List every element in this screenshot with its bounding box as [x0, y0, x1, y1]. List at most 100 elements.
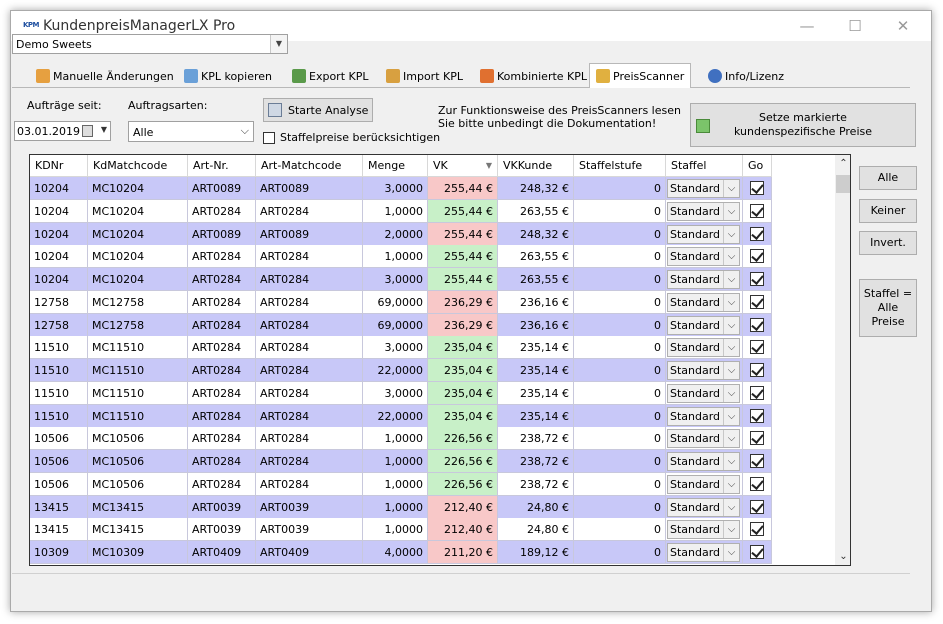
staffel-all-prices-button[interactable]: Staffel = Alle Preise	[859, 279, 917, 337]
column-header-kdnr[interactable]: KDNr	[30, 155, 88, 177]
chevron-down-icon[interactable]: ⌵	[723, 293, 739, 311]
cell-menge[interactable]: 22,0000	[363, 404, 428, 428]
go-checkbox[interactable]	[750, 181, 764, 195]
cell-kdnr[interactable]: 10309	[30, 541, 88, 564]
maximize-button[interactable]: ☐	[841, 15, 869, 37]
staffel-prices-checkbox-row[interactable]: Staffelpreise berücksichtigen	[263, 131, 440, 144]
cell-vk[interactable]: 235,04 €	[428, 359, 498, 382]
start-analysis-button[interactable]: Starte Analyse	[263, 98, 373, 122]
tab-manual-changes[interactable]: Manuelle Änderungen	[30, 65, 180, 87]
cell-artnr[interactable]: ART0284	[188, 336, 256, 360]
close-button[interactable]: ✕	[889, 15, 917, 37]
cell-menge[interactable]: 3,0000	[363, 336, 428, 360]
cell-artmatchcode[interactable]: ART0284	[256, 404, 363, 428]
cell-vk[interactable]: 212,40 €	[428, 495, 498, 519]
chevron-down-icon[interactable]: ⌵	[723, 475, 739, 493]
cell-artnr[interactable]: ART0284	[188, 472, 256, 496]
grid-scrollbar[interactable]: ⌃ ⌄	[835, 155, 850, 565]
cell-artmatchcode[interactable]: ART0284	[256, 268, 363, 291]
cell-artnr[interactable]: ART0284	[188, 381, 256, 405]
cell-staffelstufe[interactable]: 0	[574, 518, 666, 542]
minimize-button[interactable]: —	[793, 15, 821, 37]
invert-selection-button[interactable]: Invert.	[859, 231, 917, 255]
set-marked-prices-button[interactable]: Setze markierte kundenspezifische Preise	[690, 103, 916, 147]
cell-artnr[interactable]: ART0284	[188, 245, 256, 269]
cell-vk[interactable]: 255,44 €	[428, 177, 498, 200]
cell-kdmatchcode[interactable]: MC10506	[88, 472, 188, 496]
cell-menge[interactable]: 3,0000	[363, 177, 428, 200]
cell-artnr[interactable]: ART0284	[188, 450, 256, 473]
tab-preisscanner[interactable]: PreisScanner	[589, 63, 692, 88]
column-header-artnr[interactable]: Art-Nr.	[188, 155, 256, 177]
table-row[interactable]: 13415 MC13415 ART0039 ART0039 1,0000 212,40 €…	[30, 518, 772, 542]
cell-staffelstufe[interactable]: 0	[574, 495, 666, 519]
tab-kpl-copy[interactable]: KPL kopieren	[178, 65, 278, 87]
go-checkbox[interactable]	[750, 454, 764, 468]
cell-kdnr[interactable]: 13415	[30, 518, 88, 542]
cell-menge[interactable]: 69,0000	[363, 313, 428, 337]
cell-vkkunde[interactable]: 248,32 €	[498, 177, 574, 200]
staffel-select[interactable]: Standard ⌵	[667, 520, 740, 540]
cell-menge[interactable]: 1,0000	[363, 495, 428, 519]
go-checkbox[interactable]	[750, 203, 764, 218]
cell-artmatchcode[interactable]: ART0284	[256, 199, 363, 223]
chevron-down-icon[interactable]: ⌵	[241, 124, 249, 138]
cell-staffelstufe[interactable]: 0	[574, 404, 666, 428]
cell-kdnr[interactable]: 11510	[30, 404, 88, 428]
cell-artnr[interactable]: ART0089	[188, 222, 256, 246]
cell-artmatchcode[interactable]: ART0284	[256, 290, 363, 314]
go-checkbox[interactable]	[750, 317, 764, 332]
cell-vk[interactable]: 255,44 €	[428, 222, 498, 246]
chevron-down-icon[interactable]: ⌵	[723, 362, 739, 379]
cell-vk[interactable]: 236,29 €	[428, 290, 498, 314]
table-row[interactable]: 10204 MC10204 ART0089 ART0089 2,0000 255,44 €…	[30, 222, 772, 246]
cell-kdnr[interactable]: 12758	[30, 313, 88, 337]
cell-kdnr[interactable]: 11510	[30, 336, 88, 360]
table-row[interactable]: 11510 MC11510 ART0284 ART0284 3,0000 235,04 €…	[30, 336, 772, 360]
cell-vk[interactable]: 255,44 €	[428, 268, 498, 291]
cell-kdmatchcode[interactable]: MC10506	[88, 450, 188, 473]
cell-artnr[interactable]: ART0284	[188, 427, 256, 451]
cell-staffelstufe[interactable]: 0	[574, 313, 666, 337]
table-row[interactable]: 10204 MC10204 ART0284 ART0284 3,0000 255,44 €…	[30, 268, 772, 291]
table-row[interactable]: 10309 MC10309 ART0409 ART0409 4,0000 211,20 €…	[30, 541, 772, 564]
table-row[interactable]: 10506 MC10506 ART0284 ART0284 1,0000 226,56 €…	[30, 427, 772, 451]
cell-vkkunde[interactable]: 24,80 €	[498, 518, 574, 542]
cell-artmatchcode[interactable]: ART0409	[256, 541, 363, 564]
cell-menge[interactable]: 1,0000	[363, 450, 428, 473]
cell-menge[interactable]: 1,0000	[363, 472, 428, 496]
cell-vkkunde[interactable]: 236,16 €	[498, 290, 574, 314]
table-row[interactable]: 10506 MC10506 ART0284 ART0284 1,0000 226,56 €…	[30, 450, 772, 473]
scroll-up-icon[interactable]: ⌃	[835, 155, 850, 172]
cell-artnr[interactable]: ART0409	[188, 541, 256, 564]
cell-vkkunde[interactable]: 263,55 €	[498, 199, 574, 223]
cell-artmatchcode[interactable]: ART0284	[256, 427, 363, 451]
cell-kdmatchcode[interactable]: MC12758	[88, 290, 188, 314]
cell-artnr[interactable]: ART0089	[188, 177, 256, 200]
go-checkbox[interactable]	[750, 385, 764, 400]
cell-kdnr[interactable]: 10204	[30, 199, 88, 223]
cell-kdnr[interactable]: 11510	[30, 381, 88, 405]
cell-kdmatchcode[interactable]: MC10506	[88, 427, 188, 451]
cell-staffelstufe[interactable]: 0	[574, 450, 666, 473]
cell-staffelstufe[interactable]: 0	[574, 245, 666, 269]
cell-vk[interactable]: 235,04 €	[428, 336, 498, 360]
cell-kdmatchcode[interactable]: MC10204	[88, 268, 188, 291]
staffel-select[interactable]: Standard ⌵	[667, 338, 740, 358]
cell-menge[interactable]: 4,0000	[363, 541, 428, 564]
cell-kdmatchcode[interactable]: MC10204	[88, 245, 188, 269]
column-header-vkkunde[interactable]: VKKunde	[498, 155, 574, 177]
cell-menge[interactable]: 3,0000	[363, 268, 428, 291]
table-row[interactable]: 10204 MC10204 ART0089 ART0089 3,0000 255,44 €…	[30, 177, 772, 200]
cell-vk[interactable]: 226,56 €	[428, 472, 498, 496]
cell-kdmatchcode[interactable]: MC13415	[88, 495, 188, 519]
chevron-down-icon[interactable]: ⌵	[723, 521, 739, 539]
staffel-select[interactable]: Standard ⌵	[667, 429, 740, 449]
cell-menge[interactable]: 1,0000	[363, 518, 428, 542]
go-checkbox[interactable]	[750, 249, 764, 264]
go-checkbox[interactable]	[750, 294, 764, 309]
cell-artmatchcode[interactable]: ART0284	[256, 472, 363, 496]
cell-staffelstufe[interactable]: 0	[574, 427, 666, 451]
column-header-artmatchcode[interactable]: Art-Matchcode	[256, 155, 363, 177]
staffel-select[interactable]: Standard ⌵	[667, 474, 740, 494]
